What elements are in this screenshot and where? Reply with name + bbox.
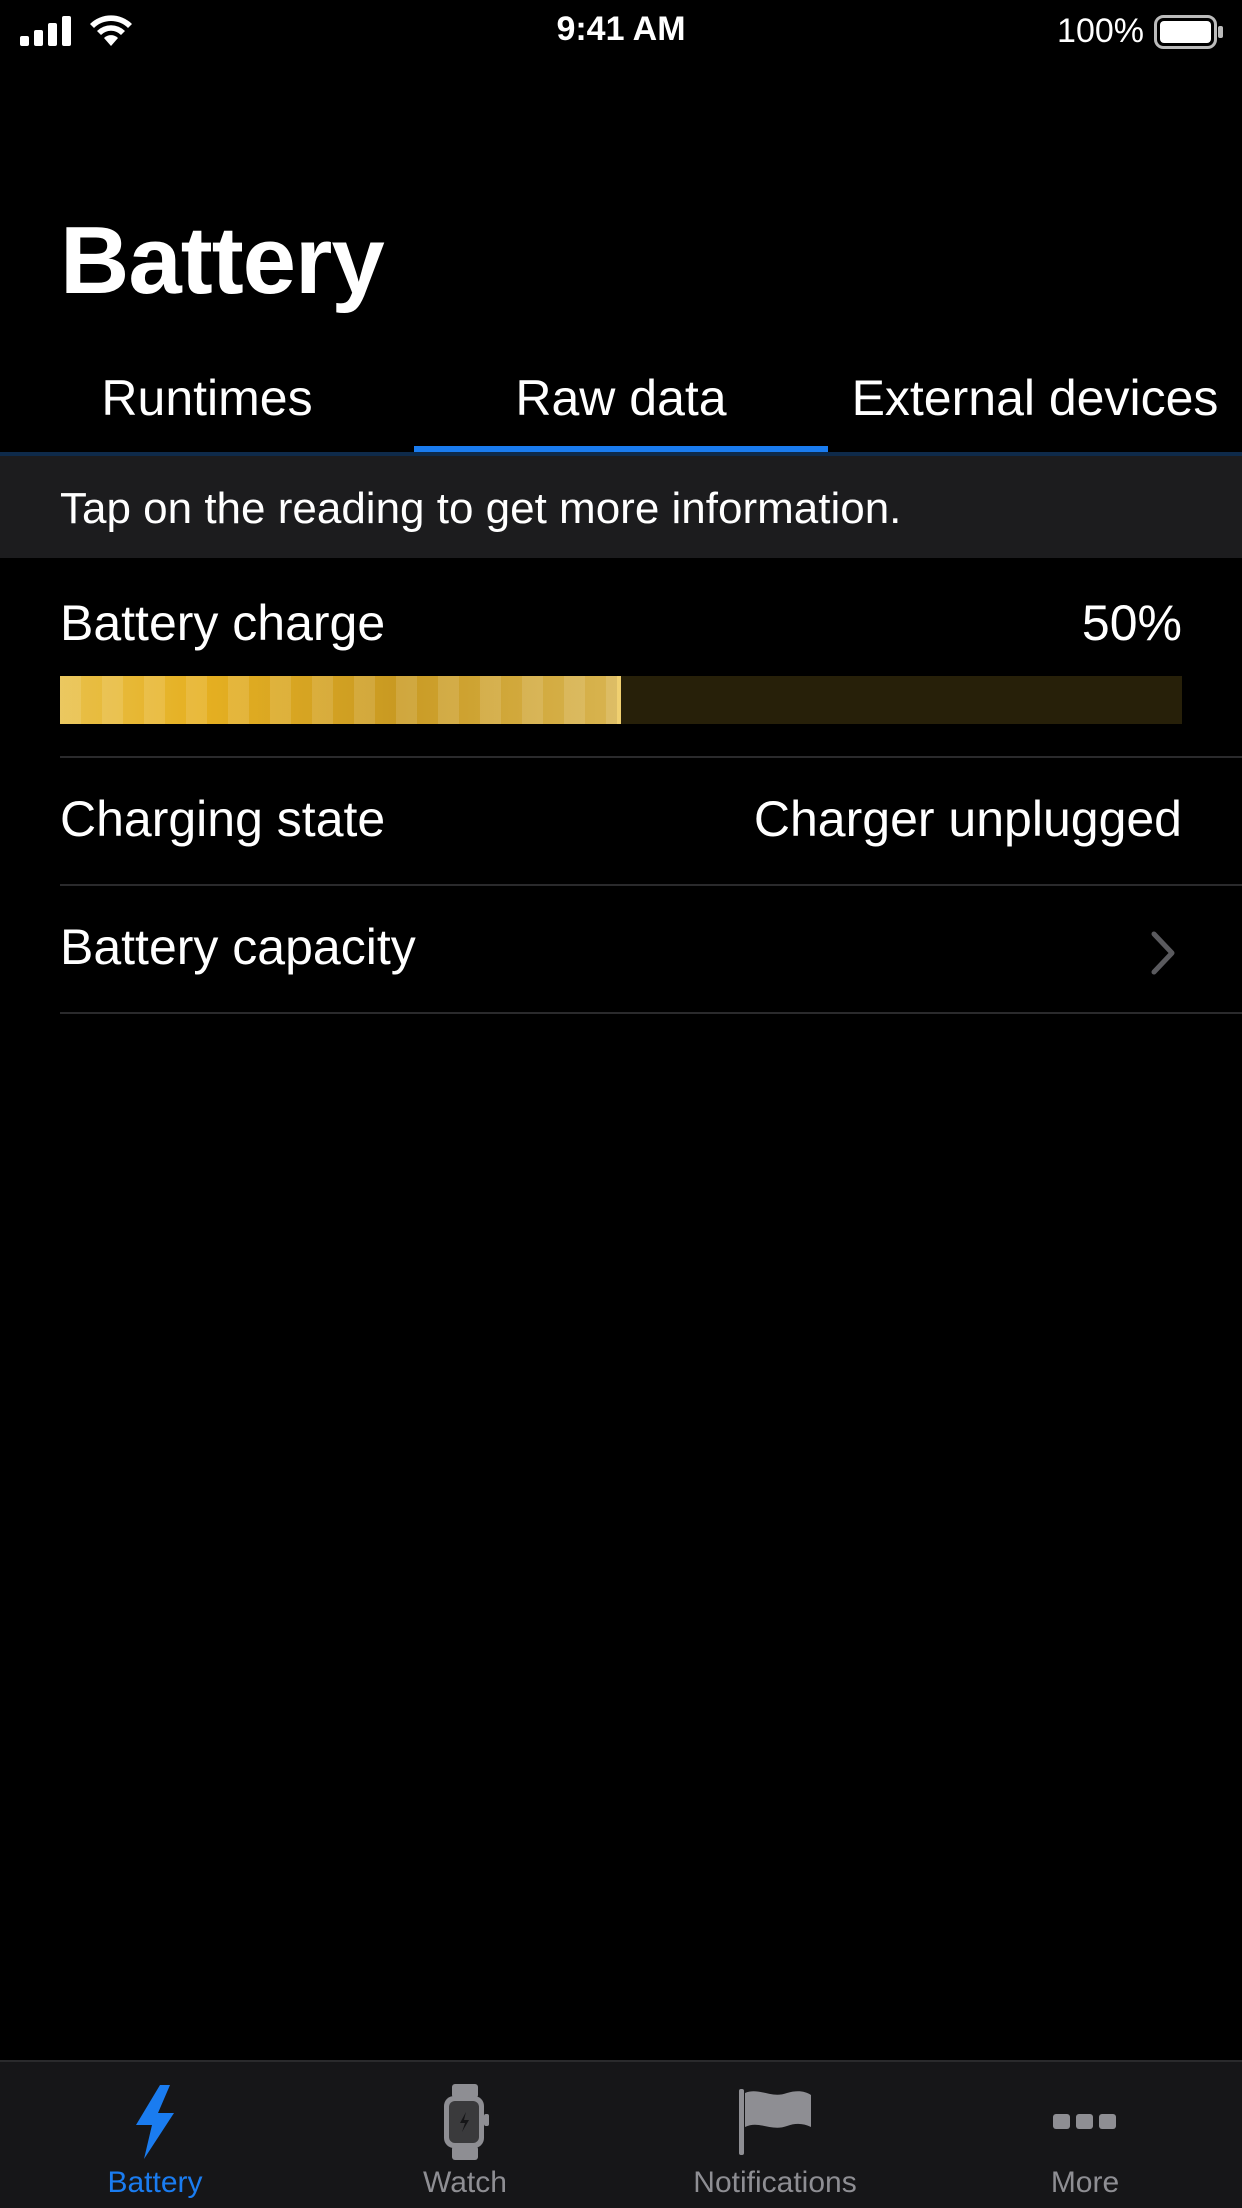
status-right: 100% bbox=[1057, 12, 1224, 51]
segment-tabs: Runtimes Raw data External devices bbox=[0, 356, 1242, 456]
battery-icon bbox=[1154, 14, 1223, 49]
battery-capacity-row[interactable]: Battery capacity bbox=[0, 886, 1242, 1014]
tabbar-label-battery: Battery bbox=[107, 2166, 203, 2199]
tabbar-item-more[interactable]: More bbox=[930, 2062, 1240, 2208]
flag-icon bbox=[739, 2089, 811, 2155]
lightning-bolt-icon bbox=[136, 2085, 174, 2159]
tab-runtimes[interactable]: Runtimes bbox=[0, 356, 414, 456]
tab-raw-data[interactable]: Raw data bbox=[414, 356, 828, 456]
battery-charge-bar-fill bbox=[60, 676, 621, 724]
hint-text: Tap on the reading to get more informati… bbox=[60, 484, 902, 533]
tabbar-item-notifications[interactable]: Notifications bbox=[620, 2062, 930, 2208]
battery-charge-value: 50% bbox=[1081, 595, 1182, 651]
tabbar-item-watch[interactable]: Watch bbox=[310, 2062, 620, 2208]
battery-charge-row[interactable]: Battery charge 50% bbox=[0, 558, 1242, 758]
battery-charge-bar bbox=[60, 676, 1182, 724]
status-time: 9:41 AM bbox=[556, 10, 686, 48]
tabbar-label-more: More bbox=[1050, 2166, 1120, 2199]
status-battery-percent: 100% bbox=[1057, 12, 1144, 50]
more-dots-icon bbox=[1053, 2114, 1116, 2129]
hint-banner: Tap on the reading to get more informati… bbox=[0, 456, 1242, 558]
tab-external-devices[interactable]: External devices bbox=[828, 356, 1242, 456]
charging-state-label: Charging state bbox=[60, 791, 386, 847]
row-divider bbox=[60, 1012, 1242, 1014]
watch-icon bbox=[444, 2084, 489, 2160]
tabbar-label-watch: Watch bbox=[423, 2166, 507, 2199]
chevron-right-icon bbox=[1151, 931, 1175, 975]
charging-state-row[interactable]: Charging state Charger unplugged bbox=[0, 758, 1242, 886]
tabbar-item-battery[interactable]: Battery bbox=[0, 2062, 310, 2208]
battery-capacity-label: Battery capacity bbox=[60, 919, 416, 975]
charging-state-value: Charger unplugged bbox=[753, 791, 1182, 847]
screen: 9:41 AM 100% Battery Runtimes Raw data E… bbox=[0, 0, 1242, 2208]
tabbar-label-notifications: Notifications bbox=[693, 2166, 857, 2199]
page-title: Battery bbox=[60, 207, 385, 314]
battery-charge-label: Battery charge bbox=[60, 595, 386, 651]
status-bar: 9:41 AM 100% bbox=[0, 0, 1242, 62]
tab-bar: Battery Watch Notifications More bbox=[0, 2060, 1242, 2208]
